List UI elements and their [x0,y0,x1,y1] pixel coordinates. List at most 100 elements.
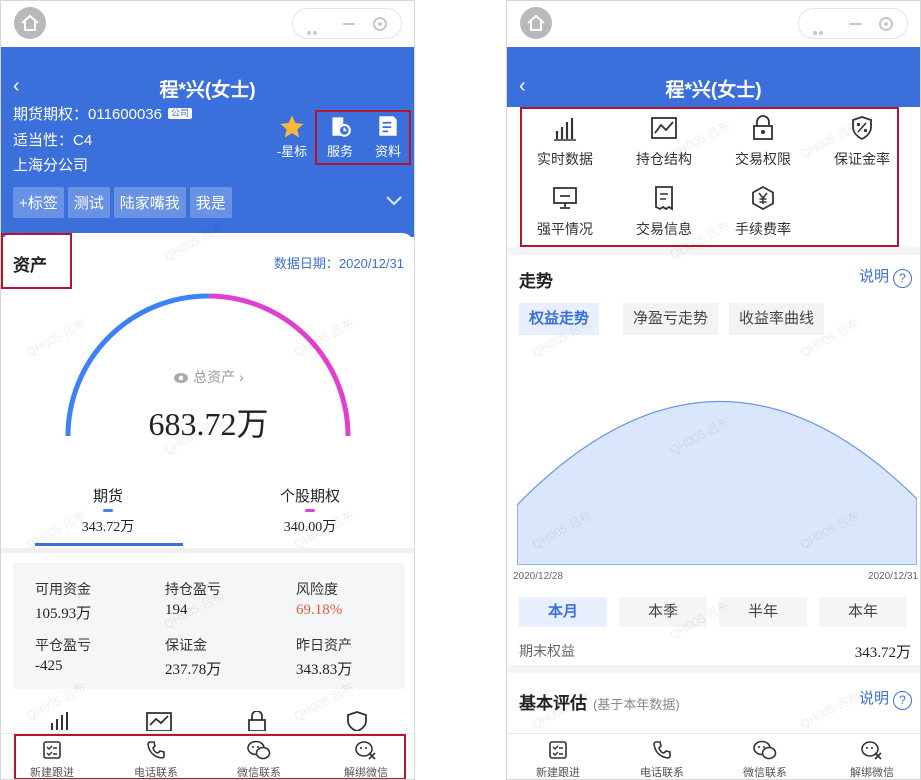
futures-tab[interactable]: 期货 343.72万 [63,485,153,536]
options-tab[interactable]: 个股期权 340.00万 [265,485,355,536]
tab-return-curve[interactable]: 收益率曲线 [729,303,825,335]
period-month[interactable]: 本月 [519,597,607,627]
lock-icon [713,115,813,145]
minimize-icon[interactable] [849,23,861,25]
end-equity-value: 343.72万 [854,645,911,661]
axis-start-date: 2020/12/28 [513,571,564,582]
home-icon [21,14,39,31]
evaluation-explain-link[interactable]: 说明? [859,687,912,710]
chevron-right-icon: › [239,369,244,385]
chevron-down-icon[interactable] [386,193,402,211]
star-button[interactable]: -星标 [273,113,311,160]
nav-wechat-unbind[interactable]: 解绑微信 [827,740,917,779]
total-assets-link[interactable]: 总资产 › [1,367,414,387]
explain-label: 说明 [858,268,889,285]
tab-net-pnl-trend[interactable]: 净盈亏走势 [623,303,719,335]
metric-label: 昨日资产 [296,637,352,653]
more-icon[interactable] [813,22,829,53]
right-screen: ‹ 程*兴(女士) 实时数据 持仓结构 交易权限 保证金率 强平情况 交易信息 [506,0,921,780]
document-icon [369,113,407,141]
metric-value: 237.78万 [165,662,222,678]
nav-new-followup[interactable]: 新建跟进 [513,740,603,779]
home-button[interactable] [14,7,46,39]
service-button[interactable]: 服务 [321,113,359,160]
wechat-icon [214,740,304,762]
metric-label: 保证金 [165,637,207,653]
nav-phone[interactable]: 电话联系 [111,740,201,779]
wechat-icon [720,740,810,762]
left-screen: ‹ 程*兴(女士) 期货期权：011600036 公司 适当性：C4 上海分公司 … [0,0,415,780]
grid-label: 持仓结构 [636,151,692,167]
metric-available-funds: 可用资金 105.93万 [35,579,91,623]
period-quarter[interactable]: 本季 [619,597,707,627]
metric-value: -425 [35,658,63,674]
document-button[interactable]: 资料 [369,113,407,160]
metric-closed-pnl: 平仓盈亏 -425 [35,635,91,675]
tag-chip[interactable]: 测试 [67,187,110,218]
evaluation-title-text: 基本评估 [519,694,587,713]
tag-chip[interactable]: 我是 [189,187,232,218]
period-year[interactable]: 本年 [819,597,907,627]
nav-new-followup[interactable]: 新建跟进 [7,740,97,779]
futures-label: 期货 [92,488,123,505]
metric-risk: 风险度 69.18% [296,579,342,619]
nav-wechat[interactable]: 微信联系 [214,740,304,779]
nav-label: 新建跟进 [536,767,580,779]
trend-section: 走势 说明? 权益走势 净盈亏走势 收益率曲线 2020/12/28 2020/… [507,255,920,665]
nav-phone[interactable]: 电话联系 [617,740,707,779]
document-label: 资料 [374,144,401,159]
account-number: 011600036 [88,106,162,123]
wechat-unbind-icon [827,740,917,762]
grid-position-structure[interactable]: 持仓结构 [614,115,714,169]
grid-trading-info[interactable]: 交易信息 [614,185,714,239]
metric-label: 可用资金 [35,581,91,597]
end-equity-label: 期末权益 [519,643,575,659]
account-line: 期货期权：011600036 公司 [13,103,192,124]
tab-equity-trend[interactable]: 权益走势 [519,303,600,335]
status-bar [507,1,920,53]
grid-margin-rate[interactable]: 保证金率 [812,115,912,169]
eye-icon[interactable] [173,371,189,387]
close-icon[interactable] [879,17,893,31]
monitor-icon [515,185,615,215]
grid-label: 实时数据 [537,151,593,167]
nav-label: 解绑微信 [850,767,894,779]
nav-label: 电话联系 [640,767,684,779]
yuan-icon [713,185,813,215]
minimize-icon[interactable] [343,23,355,25]
customer-header: ‹ 程*兴(女士) 期货期权：011600036 公司 适当性：C4 上海分公司 … [1,47,414,237]
nav-wechat[interactable]: 微信联系 [720,740,810,779]
grid-forced-liquidation[interactable]: 强平情况 [515,185,615,239]
percent-shield-icon [812,115,912,145]
grid-trading-permission[interactable]: 交易权限 [713,115,813,169]
home-button[interactable] [520,7,552,39]
grid-realtime-data[interactable]: 实时数据 [515,115,615,169]
bar-chart-icon [515,115,615,145]
trend-explain-link[interactable]: 说明? [859,265,912,288]
tag-list: +标签 测试 陆家嘴我 我是 [13,187,236,218]
assets-title: 资产 [13,256,47,275]
service-icon [321,113,359,141]
mini-program-capsule[interactable] [798,8,908,53]
function-grid: 实时数据 持仓结构 交易权限 保证金率 强平情况 交易信息 手续费率 [507,107,920,247]
close-icon[interactable] [373,17,387,31]
options-label: 个股期权 [279,488,340,505]
bottom-nav: 新建跟进 电话联系 微信联系 解绑微信 [507,733,920,779]
total-assets-label: 总资产 [193,369,236,385]
add-tag-button[interactable]: +标签 [13,187,64,218]
active-tab-underline [35,543,183,546]
period-half-year[interactable]: 半年 [719,597,807,627]
grid-label: 交易权限 [735,151,791,167]
branch: 上海分公司 [13,157,89,174]
tag-chip[interactable]: 陆家嘴我 [113,187,186,218]
nav-label: 微信联系 [743,767,787,779]
metric-label: 平仓盈亏 [35,637,91,653]
account-label: 期货期权： [13,106,89,123]
mini-program-capsule[interactable] [292,8,402,53]
more-icon[interactable] [307,22,323,53]
help-icon: ? [893,691,912,710]
nav-wechat-unbind[interactable]: 解绑微信 [321,740,411,779]
grid-fee-rate[interactable]: 手续费率 [713,185,813,239]
star-icon [273,113,311,141]
nav-label: 电话联系 [134,767,178,779]
